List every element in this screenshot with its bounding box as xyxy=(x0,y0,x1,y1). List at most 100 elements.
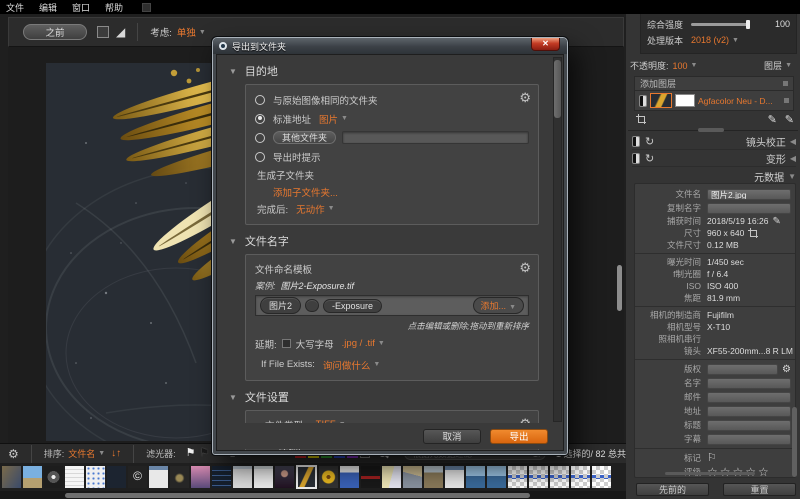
folder-path-field[interactable] xyxy=(342,131,529,144)
close-button[interactable]: ✕ xyxy=(531,38,560,51)
brush-icon[interactable]: ✎ xyxy=(768,113,777,126)
gear-icon[interactable]: ⚙ xyxy=(519,262,531,274)
before-after-icon[interactable] xyxy=(632,153,640,164)
panel-resize-handle[interactable] xyxy=(698,128,724,132)
metadata-input[interactable] xyxy=(707,364,778,375)
layer-thumbnail[interactable] xyxy=(650,93,672,108)
panel-scrollbar-thumb[interactable] xyxy=(792,407,797,477)
filmstrip-thumbnail[interactable] xyxy=(128,466,147,488)
filmstrip-thumbnail[interactable] xyxy=(571,466,590,488)
option-other-folder[interactable]: 其他文件夹 xyxy=(255,128,529,147)
filmstrip-thumbnail[interactable] xyxy=(233,466,252,488)
pen-icon[interactable]: ✎ xyxy=(785,113,794,126)
radio-icon[interactable] xyxy=(255,133,265,143)
filmstrip-thumbnail[interactable] xyxy=(361,466,380,488)
exists-value[interactable]: 询问做什么 xyxy=(323,358,371,372)
slider-thumb[interactable] xyxy=(746,20,750,29)
option-standard-location[interactable]: 标准地址 图片 ▼ xyxy=(255,109,529,128)
reset-icon[interactable]: ↻ xyxy=(645,137,654,147)
canvas-scrollbar-thumb[interactable] xyxy=(617,265,622,311)
reset-icon[interactable]: ↻ xyxy=(645,154,654,164)
uppercase-checkbox[interactable] xyxy=(282,339,291,348)
layer-options-icon[interactable] xyxy=(783,81,788,86)
location-value[interactable]: 图片 xyxy=(319,112,338,126)
filmstrip-thumbnail[interactable] xyxy=(550,466,569,488)
extension-value[interactable]: .jpg / .tif xyxy=(342,338,375,349)
crop-icon[interactable] xyxy=(748,228,759,239)
metadata-input[interactable] xyxy=(707,203,791,214)
filmstrip-thumbnail[interactable] xyxy=(2,466,21,488)
metadata-scrollbar-thumb[interactable] xyxy=(665,472,755,475)
filmstrip-thumbnail[interactable] xyxy=(487,466,506,488)
other-folder-button[interactable]: 其他文件夹 xyxy=(273,131,336,144)
pencil-icon[interactable]: ✎ xyxy=(772,216,780,227)
filmstrip-thumbnail[interactable] xyxy=(86,466,105,488)
half-view-icon[interactable]: ◢ xyxy=(116,27,125,37)
filmstrip-thumbnail[interactable] xyxy=(424,466,443,488)
filmstrip-thumbnail[interactable] xyxy=(170,466,189,488)
reset-button[interactable]: 重置 xyxy=(723,483,796,496)
menu-item[interactable]: 窗口 xyxy=(72,1,90,14)
filmstrip-thumbnail[interactable] xyxy=(254,466,273,488)
radio-icon[interactable] xyxy=(255,95,265,105)
transform-section[interactable]: ↻ 变形 ◀ xyxy=(632,151,796,167)
metadata-input[interactable] xyxy=(707,406,791,417)
add-layer-button[interactable]: 添加图层 xyxy=(635,77,793,91)
filmstrip-thumbnail[interactable] xyxy=(23,466,42,488)
metadata-input[interactable]: 图片2.jpg xyxy=(707,189,791,200)
filmstrip-thumbnail[interactable] xyxy=(529,466,548,488)
filmstrip-thumbnail[interactable] xyxy=(382,466,401,488)
gear-icon[interactable]: ⚙ xyxy=(782,364,791,375)
filmstrip-thumbnail[interactable] xyxy=(275,466,294,488)
add-token-button[interactable]: 添加...▼ xyxy=(473,297,524,314)
sort-value[interactable]: 文件名 xyxy=(68,447,95,460)
destination-section-header[interactable]: ▼ 目的地 xyxy=(229,63,563,79)
layer-mask[interactable] xyxy=(675,94,695,107)
metadata-input[interactable] xyxy=(707,434,791,445)
radio-icon[interactable] xyxy=(255,152,265,162)
metadata-input[interactable] xyxy=(707,378,791,389)
filmstrip-thumbnail[interactable] xyxy=(403,466,422,488)
flag-rejected-icon[interactable]: ⚑ xyxy=(200,448,210,459)
crop-icon[interactable] xyxy=(636,114,647,125)
naming-section-header[interactable]: ▼ 文件名字 xyxy=(229,233,563,249)
layer-name[interactable]: Agfacolor Neu - D... xyxy=(698,96,773,106)
sort-direction-icon[interactable]: ↓↑ xyxy=(111,448,121,459)
filmstrip-thumbnail[interactable] xyxy=(592,466,611,488)
layer-row[interactable]: Agfacolor Neu - D... xyxy=(635,91,793,110)
menu-item[interactable]: 文件 xyxy=(6,1,24,14)
metadata-input[interactable] xyxy=(707,392,791,403)
lens-correction-section[interactable]: ↻ 镜头校正 ◀ xyxy=(632,134,796,150)
before-button[interactable]: 之前 xyxy=(23,24,87,40)
view-mode-value[interactable]: 单独 xyxy=(177,25,196,39)
menu-item[interactable]: 编辑 xyxy=(39,1,57,14)
filmstrip-thumbnail[interactable] xyxy=(445,466,464,488)
add-subfolder-link[interactable]: 添加子文件夹... xyxy=(273,185,338,199)
layer-options-icon[interactable] xyxy=(784,98,789,103)
filmstrip-thumbnail[interactable] xyxy=(340,466,359,488)
filmstrip-thumbnail[interactable] xyxy=(508,466,527,488)
flag-picked-icon[interactable]: ⚑ xyxy=(186,448,196,459)
filmstrip-thumbnail[interactable] xyxy=(319,466,338,488)
filmstrip-thumbnail[interactable] xyxy=(296,465,317,489)
filename-token[interactable]: 图片2 xyxy=(260,297,301,314)
strength-slider[interactable] xyxy=(691,23,749,26)
filmstrip-thumbnail[interactable] xyxy=(212,466,231,488)
metadata-section-header[interactable]: 元数据 ▼ xyxy=(632,168,796,184)
flag-icon[interactable]: ⚐ xyxy=(707,453,717,464)
filename-token[interactable]: -Exposure xyxy=(323,299,382,313)
filmstrip-thumbnail[interactable] xyxy=(65,466,84,488)
file-settings-section-header[interactable]: ▼ 文件设置 xyxy=(229,389,563,405)
previous-button[interactable]: 先前的 xyxy=(636,483,709,496)
gear-icon[interactable]: ⚙ xyxy=(519,92,531,104)
opacity-value[interactable]: 100 xyxy=(673,61,688,71)
gear-icon[interactable]: ⚙ xyxy=(8,448,19,460)
filmstrip-thumbnail[interactable] xyxy=(44,466,63,488)
filmstrip-thumbnail[interactable] xyxy=(466,466,485,488)
dialog-titlebar[interactable]: 导出到文件夹 ✕ xyxy=(213,38,567,54)
layers-label[interactable]: 图层 xyxy=(764,59,782,72)
radio-icon-selected[interactable] xyxy=(255,114,265,124)
filmstrip-thumbnail[interactable] xyxy=(107,466,126,488)
filename-token[interactable] xyxy=(305,299,319,312)
split-view-toggle[interactable] xyxy=(97,26,109,38)
